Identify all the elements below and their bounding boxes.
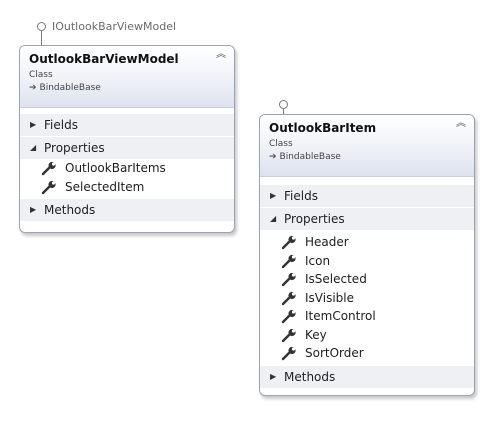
section-label: Fields (284, 189, 318, 203)
triangle-down-icon[interactable]: ◢ (270, 208, 276, 230)
property-name: ItemControl (305, 309, 376, 323)
property-item[interactable]: Key (260, 326, 474, 345)
property-name: SelectedItem (65, 179, 145, 194)
section-label: Methods (284, 369, 336, 384)
property-name: SortOrder (305, 346, 364, 360)
property-name: Icon (305, 253, 331, 268)
wrench-icon (281, 272, 296, 287)
interface-label: IOutlookBarViewModel (52, 20, 177, 33)
section-label: Properties (284, 212, 345, 226)
wrench-icon (281, 235, 296, 250)
wrench-icon (41, 161, 56, 176)
property-item[interactable]: Icon (260, 252, 474, 271)
section-label: Properties (44, 141, 105, 155)
triangle-right-icon[interactable]: ▶ (30, 114, 36, 136)
property-item[interactable]: ItemControl (260, 307, 474, 326)
section-fields[interactable]: ▶ Fields (260, 185, 474, 207)
class-header[interactable]: OutlookBarItem Class ➔ BindableBase ︽ (260, 115, 474, 177)
section-methods[interactable]: ▶ Methods (260, 365, 474, 388)
class-title: OutlookBarItem (269, 121, 377, 135)
interface-ring-icon (37, 22, 46, 31)
property-item[interactable]: Header (260, 233, 474, 252)
class-header[interactable]: OutlookBarViewModel Class ➔ BindableBase … (20, 46, 234, 108)
class-base: ➔ BindableBase (29, 83, 226, 93)
arrow-icon: ➔ (29, 83, 37, 93)
triangle-right-icon[interactable]: ▶ (270, 185, 276, 207)
section-properties[interactable]: ◢ Properties (260, 208, 474, 230)
wrench-icon (281, 346, 296, 361)
triangle-right-icon[interactable]: ▶ (30, 199, 36, 221)
property-item[interactable]: IsVisible (260, 289, 474, 308)
property-item[interactable]: OutlookBarItems (20, 159, 234, 178)
property-name: IsSelected (305, 272, 367, 286)
section-label: Fields (44, 118, 78, 132)
double-chevron-up-icon[interactable]: ︽ (456, 119, 466, 129)
class-kind: Class (29, 70, 53, 80)
section-properties[interactable]: ◢ Properties (20, 137, 234, 159)
class-shape-outlookbarviewmodel[interactable]: OutlookBarViewModel Class ➔ BindableBase … (19, 45, 235, 233)
section-methods[interactable]: ▶ Methods (20, 199, 234, 221)
wrench-icon (281, 254, 296, 268)
wrench-icon (281, 328, 296, 342)
interface-stem (41, 31, 42, 45)
class-title: OutlookBarViewModel (29, 52, 179, 66)
arrow-icon: ➔ (269, 152, 277, 162)
property-name: IsVisible (305, 290, 354, 305)
class-kind: Class (269, 139, 293, 149)
wrench-icon (281, 291, 296, 305)
property-name: Key (305, 327, 327, 342)
triangle-down-icon[interactable]: ◢ (30, 137, 36, 159)
wrench-icon (41, 180, 56, 194)
section-label: Methods (44, 203, 96, 217)
property-item[interactable]: SelectedItem (20, 178, 234, 197)
property-name: Header (305, 235, 349, 249)
base-class-name: BindableBase (279, 152, 341, 162)
interface-ring-icon (279, 100, 288, 109)
property-name: OutlookBarItems (65, 161, 166, 175)
class-shape-outlookbaritem[interactable]: OutlookBarItem Class ➔ BindableBase ︽ ▶ Fi… (259, 114, 475, 396)
property-item[interactable]: IsSelected (260, 270, 474, 289)
class-base: ➔ BindableBase (269, 152, 466, 162)
base-class-name: BindableBase (39, 83, 101, 93)
double-chevron-up-icon[interactable]: ︽ (216, 50, 226, 60)
triangle-right-icon[interactable]: ▶ (270, 366, 276, 388)
wrench-icon (281, 309, 296, 324)
property-item[interactable]: SortOrder (260, 344, 474, 363)
section-fields[interactable]: ▶ Fields (20, 114, 234, 136)
